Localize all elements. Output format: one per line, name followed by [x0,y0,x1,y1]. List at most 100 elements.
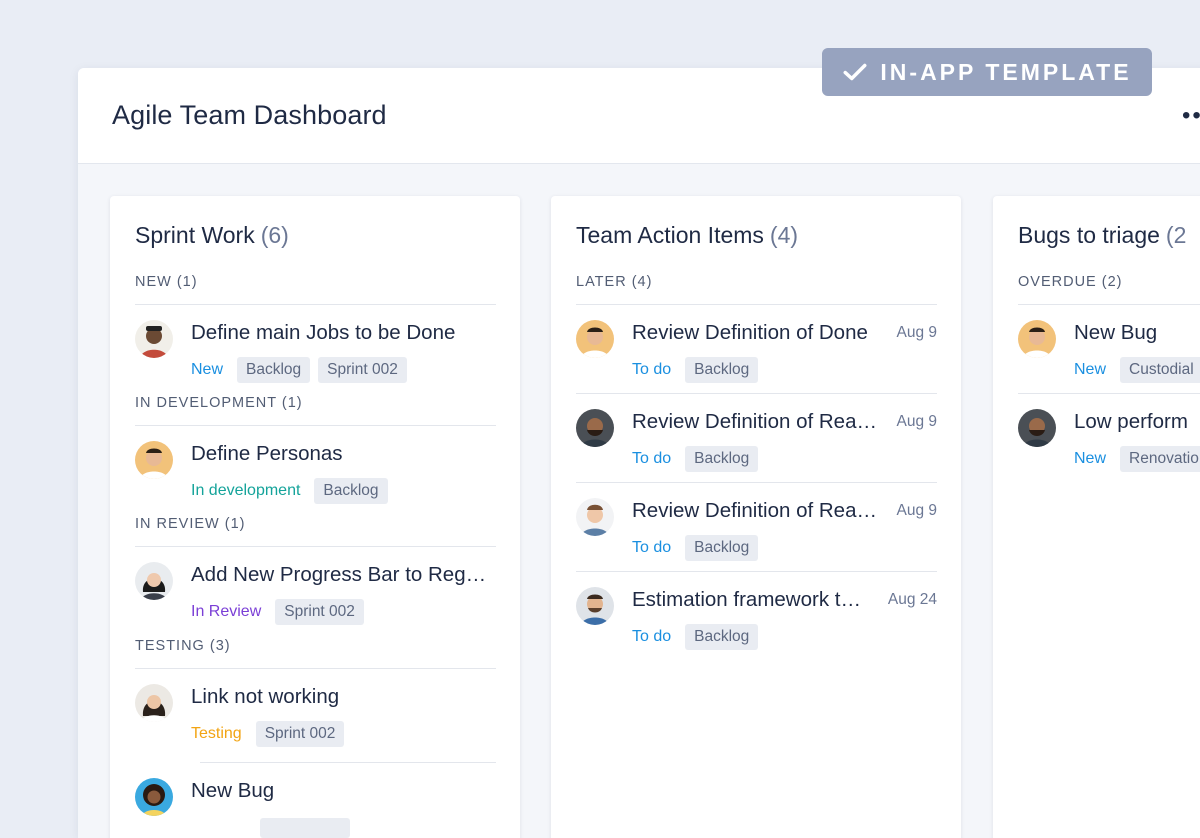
item-title: Add New Progress Bar to Reg… [191,563,487,586]
tag: Sprint 002 [318,357,407,383]
item-title: Estimation framework t… [632,588,861,611]
item-tags: To do Backlog [632,623,766,651]
status-label: New [1074,450,1107,467]
tag: Sprint 002 [275,599,364,625]
status-label: To do [632,361,672,378]
avatar [576,587,614,625]
item-title: Define Personas [191,442,343,465]
item-tags: To do Backlog [632,356,766,384]
divider [576,482,937,483]
column-count: (4) [769,222,799,248]
tag: Custodial [1120,357,1200,383]
divider [576,304,937,305]
list-item[interactable]: Review Definition of Rea… Aug 9 To do Ba… [576,494,937,566]
avatar [135,778,173,816]
column-count: (2 [1165,222,1187,248]
tag: Backlog [685,446,759,472]
item-title: Define main Jobs to be Done [191,321,456,344]
status-label: In Review [191,603,262,620]
list-item[interactable]: Low perform New Renovatio [1018,405,1200,477]
avatar [135,562,173,600]
list-item[interactable]: Review Definition of Rea… Aug 9 To do Ba… [576,405,937,477]
group-label-in-development: IN DEVELOPMENT (1) [135,395,303,411]
column-count: (6) [260,222,289,248]
item-title: New Bug [1074,321,1158,344]
column-title: Sprint Work (6) [135,222,289,249]
list-item[interactable]: Define main Jobs to be Done New Backlog … [135,316,496,388]
group-label-overdue: OVERDUE (2) [1018,274,1123,290]
tag: Backlog [685,357,759,383]
avatar [576,498,614,536]
item-tags: In development Backlog [191,477,396,505]
tag [260,818,350,838]
divider [200,762,496,763]
due-date: Aug 9 [896,324,937,341]
group-label-new: NEW (1) [135,274,198,290]
column-title: Bugs to triage (2 [1018,222,1186,249]
item-title: New Bug [191,779,275,802]
item-tags: New Backlog Sprint 002 [191,356,415,384]
item-title: Review Definition of Rea… [632,499,877,522]
avatar-image [576,409,614,447]
tag: Backlog [685,624,759,650]
status-label: New [191,361,224,378]
avatar-image [1018,409,1056,447]
avatar [135,320,173,358]
tag: Backlog [237,357,311,383]
status-label: New [1074,361,1107,378]
item-tags: Testing Sprint 002 [191,720,352,748]
list-item[interactable]: Define Personas In development Backlog [135,437,496,509]
divider [1018,393,1200,394]
avatar-image [135,441,173,479]
list-item[interactable]: New Bug New Custodial [1018,316,1200,388]
avatar-image [135,778,173,816]
item-tags: New Custodial [1074,356,1200,384]
avatar-image [576,320,614,358]
column-team-action-items: Team Action Items (4) LATER (4) Review De… [551,196,961,838]
column-sprint-work: Sprint Work (6) NEW (1) Define main Jobs … [110,196,520,838]
avatar-image [135,684,173,722]
badge-label: IN-APP TEMPLATE [880,58,1132,85]
tag: Backlog [685,535,759,561]
item-tags: In Review Sprint 002 [191,598,372,626]
more-options-icon[interactable]: •• [1182,104,1200,128]
divider [135,668,496,669]
item-title: Low perform [1074,410,1188,433]
avatar [576,409,614,447]
list-item[interactable]: Link not working Testing Sprint 002 [135,680,496,752]
list-item[interactable]: Review Definition of Done Aug 9 To do Ba… [576,316,937,388]
tag: Sprint 002 [255,721,345,747]
list-item[interactable]: Add New Progress Bar to Reg… In Review S… [135,558,496,630]
column-name: Team Action Items [576,222,764,248]
status-label: In development [191,482,301,499]
avatar-image [576,498,614,536]
due-date: Aug 24 [887,591,937,608]
list-item[interactable]: Estimation framework t… Aug 24 To do Bac… [576,583,937,655]
avatar-image [1018,320,1056,358]
avatar [1018,409,1056,447]
column-name: Sprint Work [135,222,255,248]
tag: Backlog [314,478,388,504]
item-tags: New Renovatio [1074,445,1200,473]
page-title: Agile Team Dashboard [112,100,387,130]
item-tags: To do Backlog [632,445,766,473]
status-label: To do [632,628,672,645]
avatar [576,320,614,358]
avatar-image [135,320,173,358]
check-icon [843,63,867,81]
divider [1018,304,1200,305]
list-item[interactable]: New Bug [135,774,496,838]
divider [135,425,496,426]
column-name: Bugs to triage [1018,222,1160,248]
avatar [1018,320,1056,358]
in-app-template-badge: IN-APP TEMPLATE [822,48,1152,96]
group-label-in-review: IN REVIEW (1) [135,516,246,532]
item-title: Review Definition of Done [632,321,868,344]
group-label-later: LATER (4) [576,274,653,290]
divider [576,571,937,572]
group-label-testing: TESTING (3) [135,638,231,654]
divider [135,546,496,547]
item-tags: To do Backlog [632,534,766,562]
column-title: Team Action Items (4) [576,222,798,249]
item-tags [191,814,358,838]
